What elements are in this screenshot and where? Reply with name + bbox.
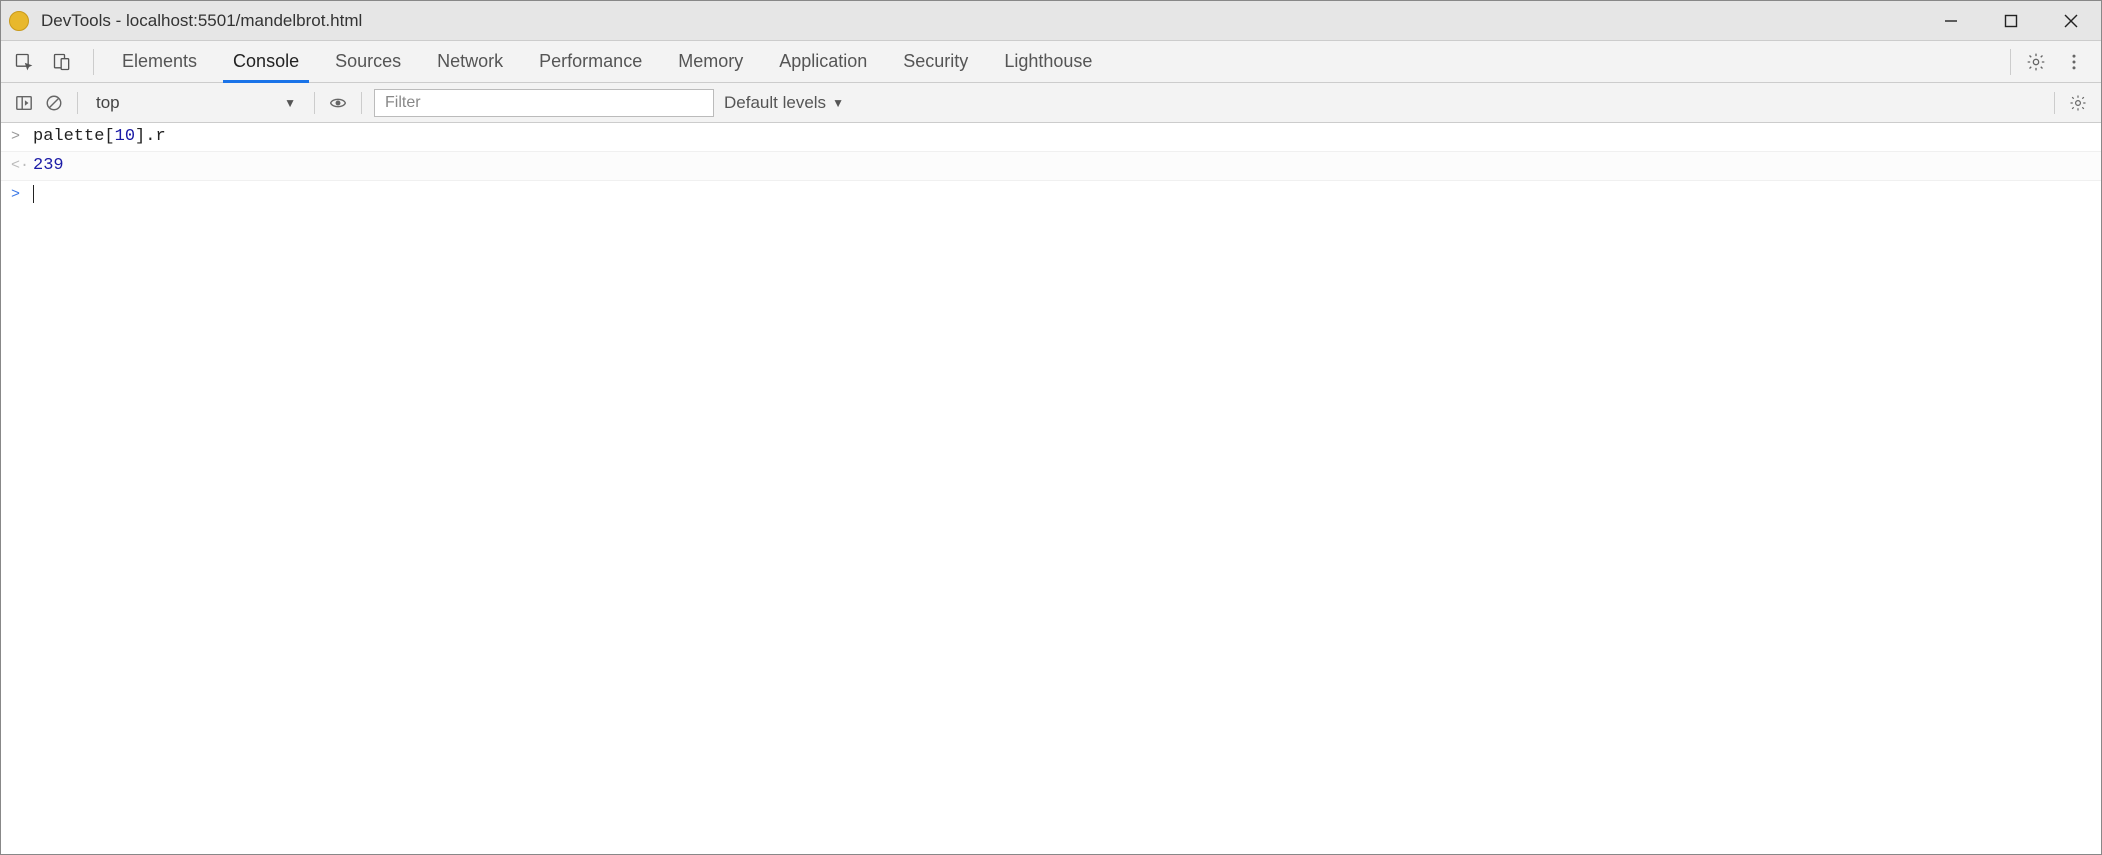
console-prompt-row[interactable]: > <box>1 181 2101 209</box>
tab-network[interactable]: Network <box>419 41 521 82</box>
gear-icon <box>2069 94 2087 112</box>
console-toolbar: top ▼ Default levels ▼ <box>1 83 2101 123</box>
execution-context-label: top <box>96 93 120 113</box>
toggle-sidebar-button[interactable] <box>9 88 39 118</box>
live-expression-button[interactable] <box>323 88 353 118</box>
more-button[interactable] <box>2057 45 2091 79</box>
tab-sources[interactable]: Sources <box>317 41 419 82</box>
close-button[interactable] <box>2041 1 2101 40</box>
main-tabbar: Elements Console Sources Network Perform… <box>1 41 2101 83</box>
log-levels-selector[interactable]: Default levels ▼ <box>724 93 844 113</box>
console-output-row: <· 239 <box>1 152 2101 181</box>
kebab-icon <box>2064 52 2084 72</box>
tab-memory[interactable]: Memory <box>660 41 761 82</box>
tab-performance[interactable]: Performance <box>521 41 660 82</box>
dropdown-triangle-icon: ▼ <box>832 96 844 110</box>
console-settings-button[interactable] <box>2063 88 2093 118</box>
tabbar-right <box>2002 45 2095 79</box>
clear-icon <box>45 94 63 112</box>
tab-elements[interactable]: Elements <box>104 41 215 82</box>
titlebar: DevTools - localhost:5501/mandelbrot.htm… <box>1 1 2101 41</box>
ctoolbar-divider-2 <box>314 92 315 114</box>
window-title: DevTools - localhost:5501/mandelbrot.htm… <box>41 11 1921 31</box>
window-controls <box>1921 1 2101 40</box>
log-levels-label: Default levels <box>724 93 826 113</box>
devtools-favicon <box>9 11 29 31</box>
tab-lighthouse[interactable]: Lighthouse <box>986 41 1110 82</box>
eye-icon <box>329 94 347 112</box>
gear-icon <box>2026 52 2046 72</box>
maximize-button[interactable] <box>1981 1 2041 40</box>
device-toolbar-button[interactable] <box>45 45 79 79</box>
filter-input[interactable] <box>374 89 714 117</box>
execution-context-selector[interactable]: top ▼ <box>86 93 306 113</box>
minimize-icon <box>1944 14 1958 28</box>
settings-button[interactable] <box>2019 45 2053 79</box>
console-input-expression: palette[10].r <box>33 126 2091 148</box>
maximize-icon <box>2004 14 2018 28</box>
prompt-marker: > <box>11 184 33 206</box>
clear-console-button[interactable] <box>39 88 69 118</box>
main-tabs: Elements Console Sources Network Perform… <box>104 41 2002 82</box>
inspect-element-button[interactable] <box>7 45 41 79</box>
input-marker: > <box>11 126 33 148</box>
device-icon <box>52 52 72 72</box>
ctoolbar-divider-1 <box>77 92 78 114</box>
devtools-window: DevTools - localhost:5501/mandelbrot.htm… <box>0 0 2102 855</box>
console-body[interactable]: > palette[10].r <· 239 > <box>1 123 2101 854</box>
console-prompt-input[interactable] <box>33 184 2091 206</box>
tabbar-right-divider <box>2010 49 2011 75</box>
tab-application[interactable]: Application <box>761 41 885 82</box>
text-cursor <box>33 185 34 203</box>
minimize-button[interactable] <box>1921 1 1981 40</box>
inspect-icon <box>14 52 34 72</box>
close-icon <box>2064 14 2078 28</box>
tab-console[interactable]: Console <box>215 41 317 82</box>
ctoolbar-divider-4 <box>2054 92 2055 114</box>
sidebar-icon <box>15 94 33 112</box>
console-input-row: > palette[10].r <box>1 123 2101 152</box>
dropdown-triangle-icon: ▼ <box>284 96 296 110</box>
tab-security[interactable]: Security <box>885 41 986 82</box>
ctoolbar-divider-3 <box>361 92 362 114</box>
console-output-value: 239 <box>33 155 2091 177</box>
output-marker: <· <box>11 155 33 177</box>
tabbar-divider <box>93 49 94 75</box>
